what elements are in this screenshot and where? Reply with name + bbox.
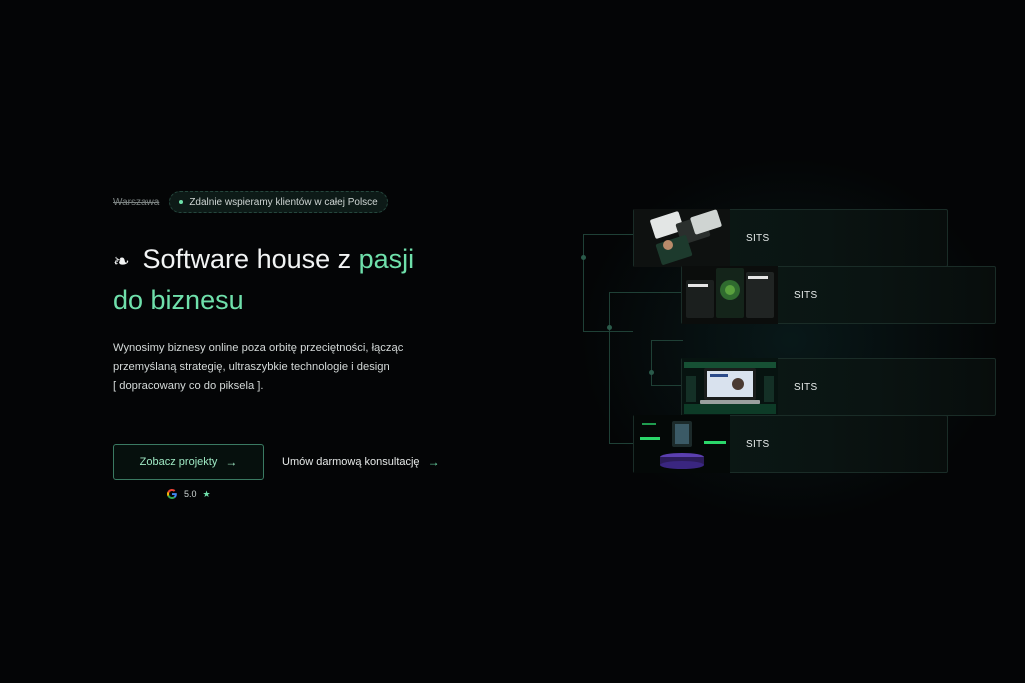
star-icon: ★ [202, 488, 211, 499]
google-rating[interactable]: 5.0 ★ [166, 488, 493, 500]
project-thumbnail [682, 358, 778, 416]
hero-actions: Zobacz projekty → Umów darmową konsultac… [113, 444, 493, 480]
location-row: Warszawa Zdalnie wspieramy klientów w ca… [113, 190, 493, 214]
status-dot-icon [179, 200, 184, 204]
rating-value: 5.0 [184, 489, 197, 499]
hero-section: Warszawa Zdalnie wspieramy klientów w ca… [113, 190, 493, 500]
headline-accent-2: do biznesu [113, 285, 244, 315]
remote-badge-text: Zdalnie wspieramy klientów w całej Polsc… [189, 196, 378, 208]
project-card[interactable]: SITS [681, 358, 996, 416]
project-card[interactable]: SITS [633, 415, 948, 473]
book-consultation-label: Umów darmową konsultację [282, 456, 420, 468]
project-thumbnail [634, 415, 730, 473]
description-line-1: Wynosimy biznesy online poza orbitę prze… [113, 342, 404, 354]
arrow-right-icon: → [427, 455, 440, 469]
leaf-icon: ❧ [113, 251, 130, 273]
phone-mockups-image [634, 209, 730, 267]
page-title: ❧ Software house z pasji do biznesu [113, 240, 493, 319]
project-card-label: SITS [794, 381, 818, 393]
hero-description: Wynosimy biznesy online poza orbitę prze… [113, 339, 443, 396]
remote-badge: Zdalnie wspieramy klientów w całej Polsc… [169, 191, 388, 213]
arrow-right-icon: → [225, 455, 238, 469]
headline-accent-1: pasji [358, 244, 415, 274]
project-card[interactable]: SITS [633, 209, 948, 267]
project-card-label: SITS [746, 438, 770, 450]
city-label: Warszawa [113, 196, 160, 208]
description-line-3: [ dopracowany co do piksela ]. [113, 380, 264, 392]
view-projects-button[interactable]: Zobacz projekty → [113, 444, 264, 480]
project-card[interactable]: SITS [681, 266, 996, 324]
project-card-label: SITS [794, 289, 818, 301]
project-thumbnail [634, 209, 730, 267]
social-posts-image [682, 266, 778, 324]
connector-node [607, 325, 612, 330]
connector-line [651, 340, 683, 386]
device-pedestal-image [634, 415, 730, 473]
page: Warszawa Zdalnie wspieramy klientów w ca… [0, 0, 1025, 683]
view-projects-label: Zobacz projekty [139, 456, 218, 468]
laptop-mockup-image [682, 358, 778, 416]
headline-main: Software house z [142, 244, 359, 274]
description-line-2: przemyślaną strategię, ultraszybkie tech… [113, 361, 390, 373]
connector-node [649, 370, 654, 375]
project-card-label: SITS [746, 232, 770, 244]
google-icon [167, 489, 177, 499]
connector-node [581, 255, 586, 260]
project-showcase: SITS SITS SITS SITS [575, 200, 1015, 490]
book-consultation-link[interactable]: Umów darmową konsultację → [282, 455, 440, 469]
project-thumbnail [682, 266, 778, 324]
